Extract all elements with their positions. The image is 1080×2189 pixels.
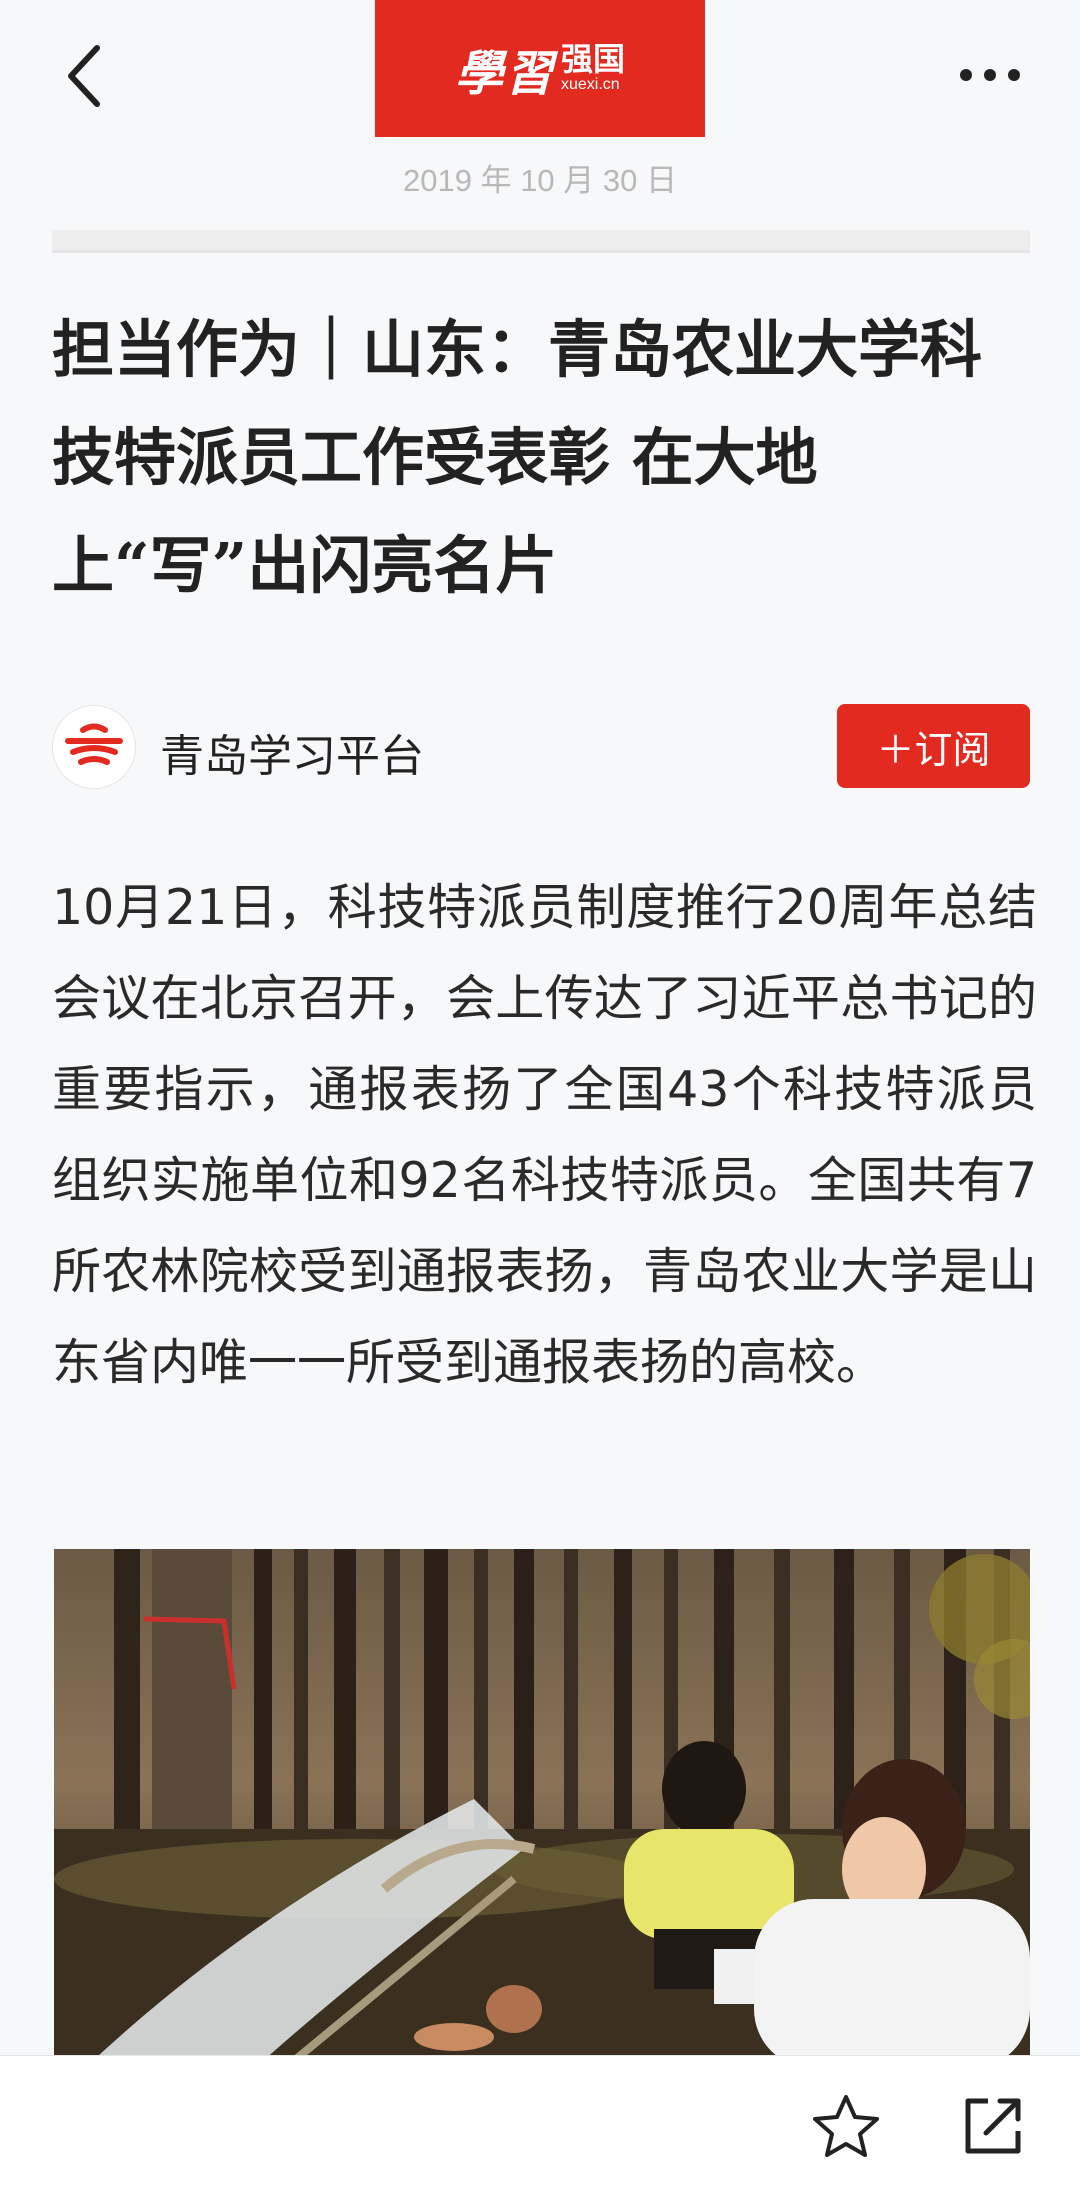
logo-calligraphy: 學習 [454, 45, 555, 102]
share-external-icon [965, 2098, 1021, 2154]
xuexi-logo: 學習 强国 xuexi.cn [375, 0, 705, 137]
back-button[interactable] [50, 36, 120, 116]
article-photo [54, 1549, 1030, 2069]
logo-domain: xuexi.cn [561, 75, 620, 93]
author-name[interactable]: 青岛学习平台 [160, 720, 424, 784]
publish-date: 2019 年 10 月 30 日 [403, 163, 677, 198]
bottom-action-bar [0, 2055, 1080, 2189]
star-icon [813, 2095, 879, 2157]
article-title: 担当作为｜山东：青岛农业大学科技特派员工作受表彰 在大地上“写”出闪亮名片 [52, 313, 983, 602]
favorite-button[interactable] [808, 2088, 884, 2164]
author-avatar[interactable] [52, 705, 136, 789]
header-divider [52, 230, 1030, 253]
more-button[interactable] [950, 50, 1030, 100]
share-button[interactable] [955, 2088, 1031, 2164]
more-dots-icon [960, 69, 1020, 81]
qingdao-platform-logo-icon [65, 723, 123, 765]
chevron-left-icon [68, 45, 100, 107]
top-bar: 學習 强国 xuexi.cn 2019 年 10 月 30 日 [0, 0, 1080, 200]
logo-name: 强国 [561, 40, 626, 79]
subscribe-button[interactable]: ＋订阅 [837, 704, 1030, 788]
article-paragraph: 10月21日，科技特派员制度推行20周年总结会议在北京召开，会上传达了习近平总书… [52, 879, 1037, 1391]
